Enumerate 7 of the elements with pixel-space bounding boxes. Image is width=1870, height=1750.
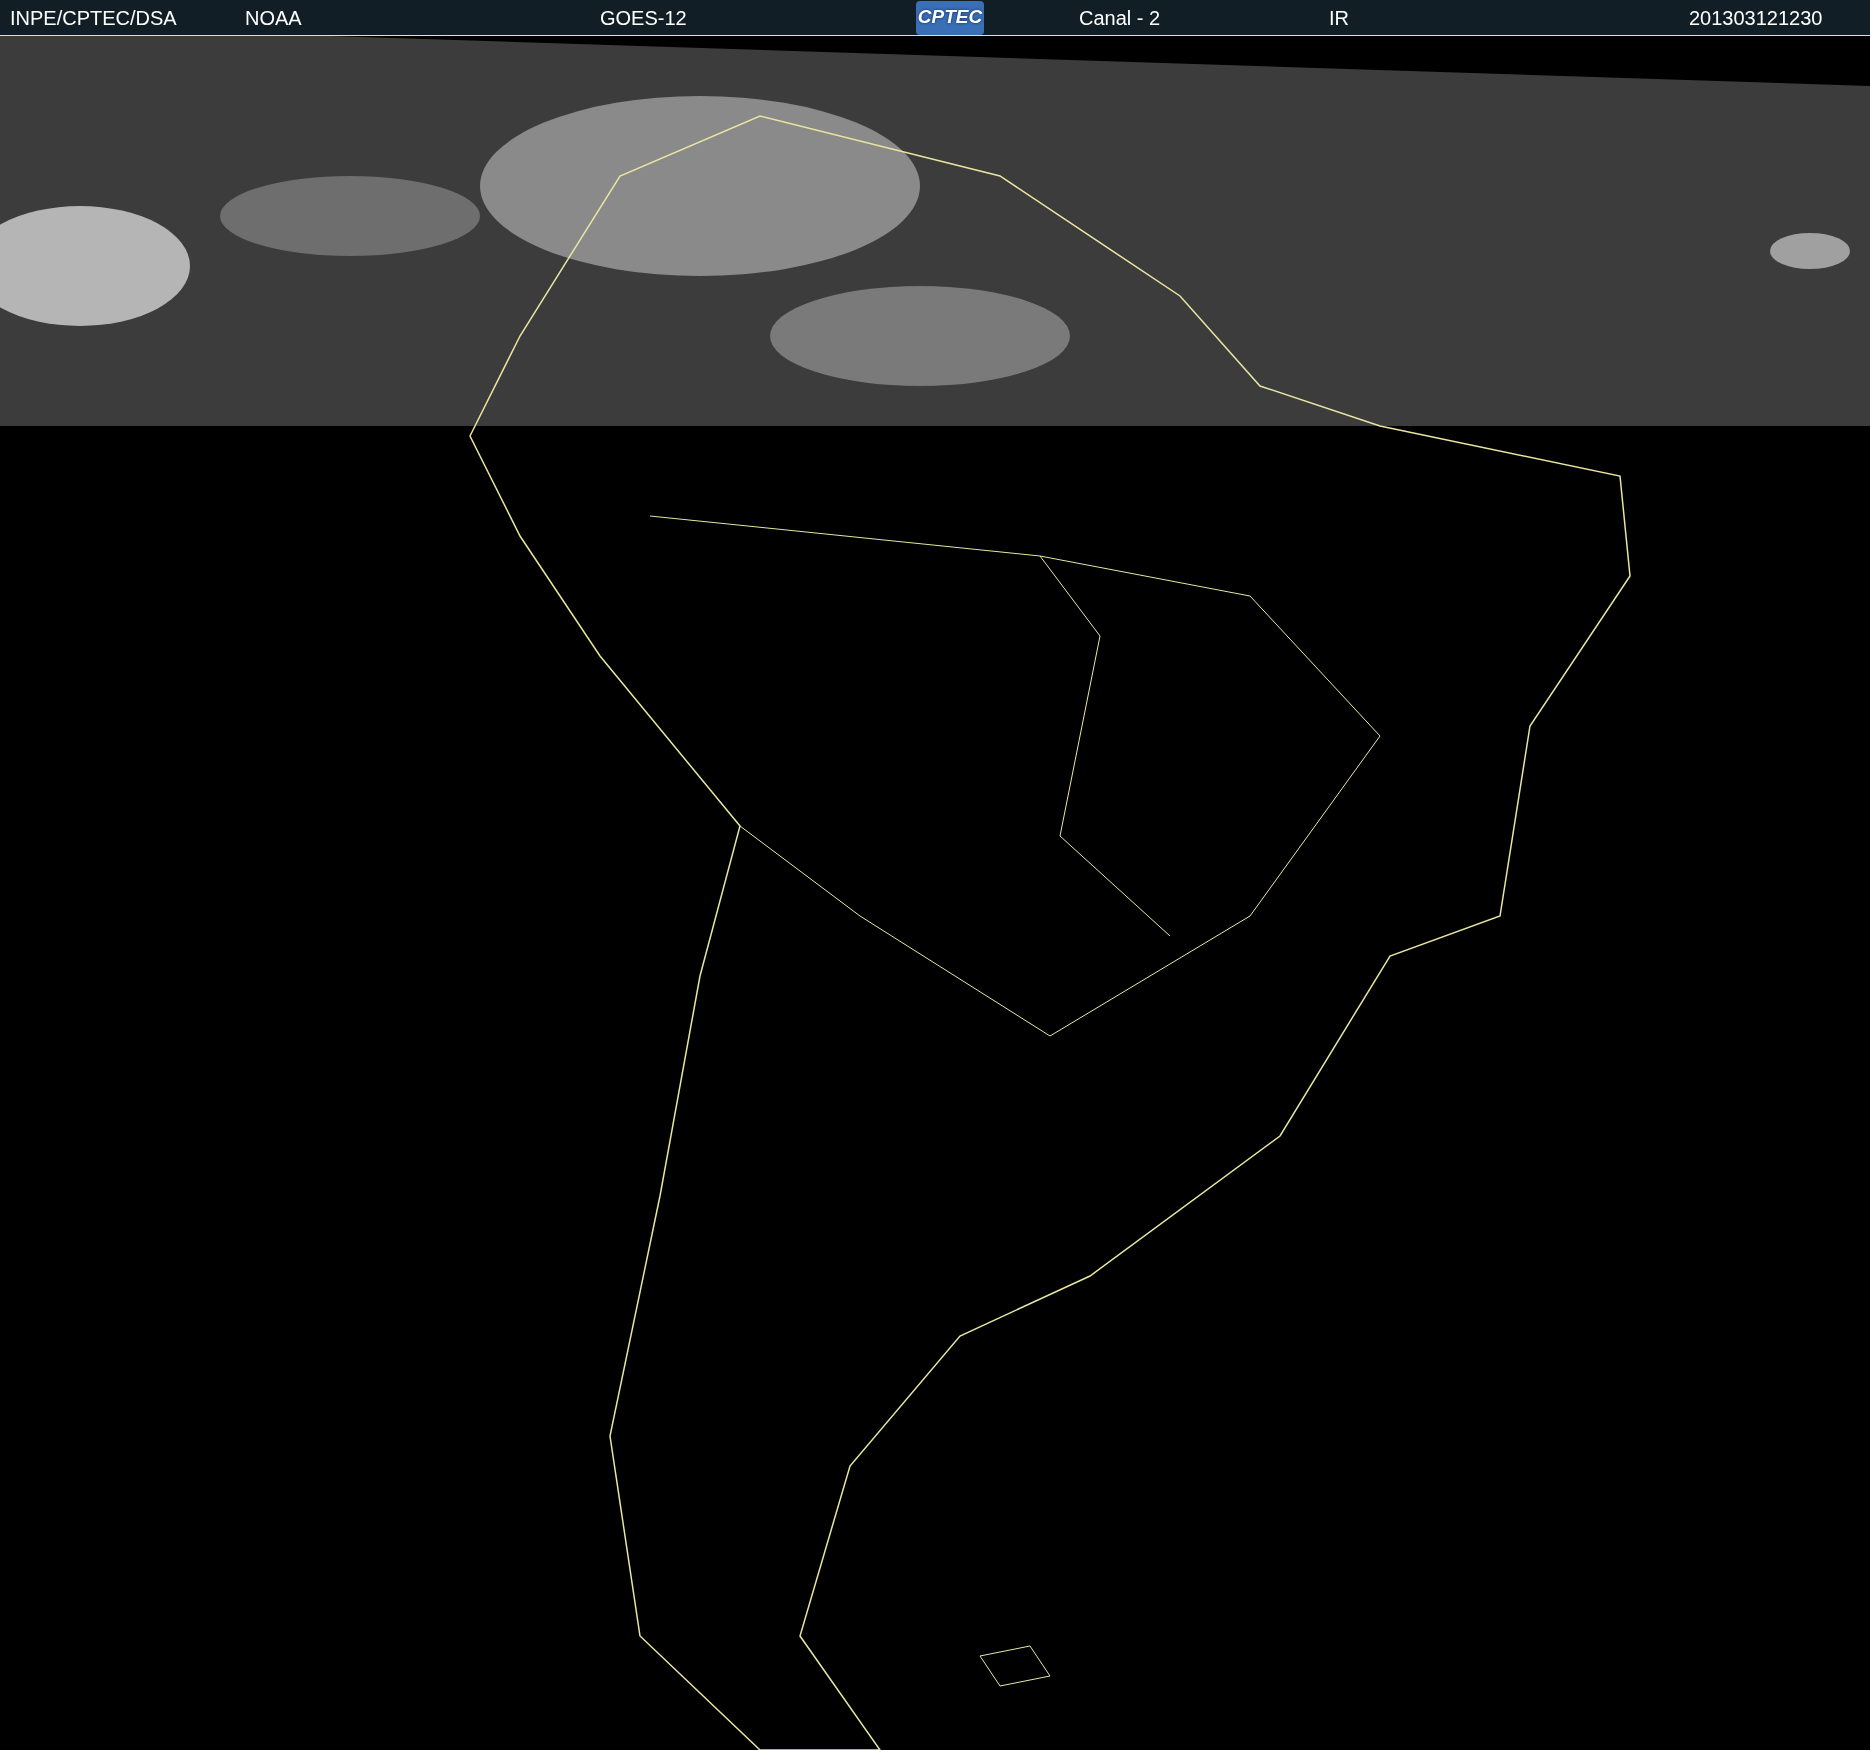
satellite-label: GOES-12 (600, 5, 688, 31)
band-label: IR (1329, 5, 1350, 31)
channel-label: Canal - 2 (1079, 5, 1162, 31)
source-label: INPE/CPTEC/DSA (10, 5, 178, 31)
timestamp-label: 201303121230 (1689, 5, 1823, 31)
agency-label: NOAA (245, 5, 303, 31)
logo: CPTEC (916, 0, 984, 35)
